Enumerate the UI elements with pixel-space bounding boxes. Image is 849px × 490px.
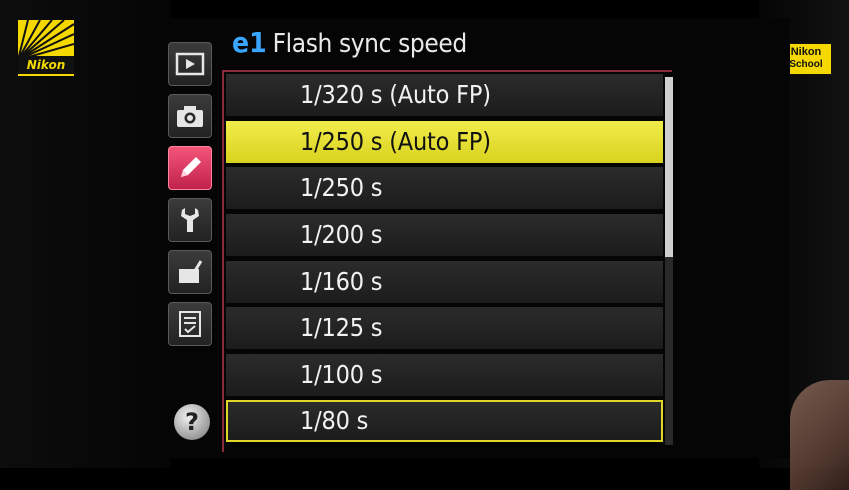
presenter-hand <box>790 380 849 490</box>
wrench-icon <box>181 208 199 232</box>
option-1-250[interactable]: 1/250 s <box>226 167 663 209</box>
tab-setup[interactable] <box>168 198 212 242</box>
help-icon[interactable]: ? <box>174 404 210 440</box>
tab-my-menu[interactable] <box>168 302 212 346</box>
option-1-100[interactable]: 1/100 s <box>226 354 663 396</box>
option-1-80[interactable]: 1/80 s <box>226 400 663 442</box>
option-1-125[interactable]: 1/125 s <box>226 307 663 349</box>
page-title: e1 Flash sync speed <box>232 26 467 60</box>
menu-tabs <box>168 42 214 347</box>
tab-playback[interactable] <box>168 42 212 86</box>
option-1-320-auto-fp[interactable]: 1/320 s (Auto FP) <box>226 74 663 116</box>
pencil-icon <box>181 157 201 177</box>
option-1-250-auto-fp[interactable]: 1/250 s (Auto FP) <box>226 121 663 163</box>
checklist-icon <box>179 311 201 337</box>
option-1-200[interactable]: 1/200 s <box>226 214 663 256</box>
logo-wordmark: Nikon <box>18 56 74 74</box>
retouch-icon <box>179 260 203 283</box>
menu-code: e1 <box>232 26 267 59</box>
play-icon <box>175 52 205 76</box>
camera-icon <box>177 106 203 127</box>
tab-retouch[interactable] <box>168 250 212 294</box>
option-1-160[interactable]: 1/160 s <box>226 261 663 303</box>
tab-shooting[interactable] <box>168 94 212 138</box>
logo-rays-icon <box>18 20 74 60</box>
nikon-logo: Nikon <box>18 20 74 76</box>
tab-custom-settings[interactable] <box>168 146 212 190</box>
scrollbar-thumb[interactable] <box>665 77 673 257</box>
menu-title: Flash sync speed <box>272 29 468 59</box>
